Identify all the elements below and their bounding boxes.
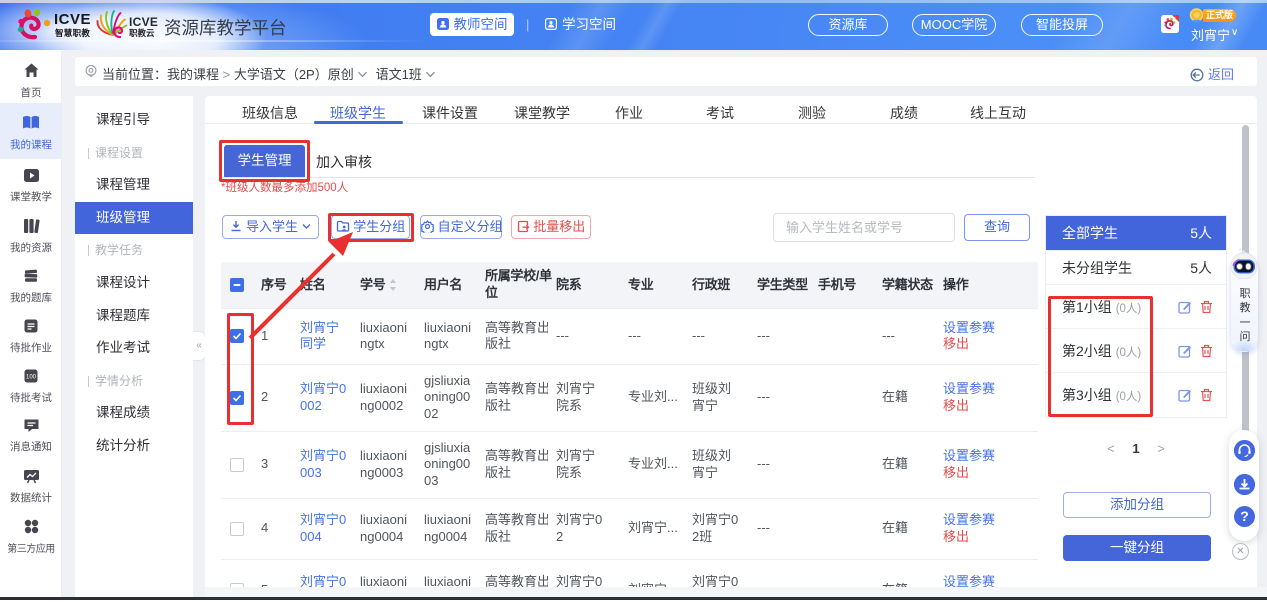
- svg-text:100: 100: [26, 375, 37, 381]
